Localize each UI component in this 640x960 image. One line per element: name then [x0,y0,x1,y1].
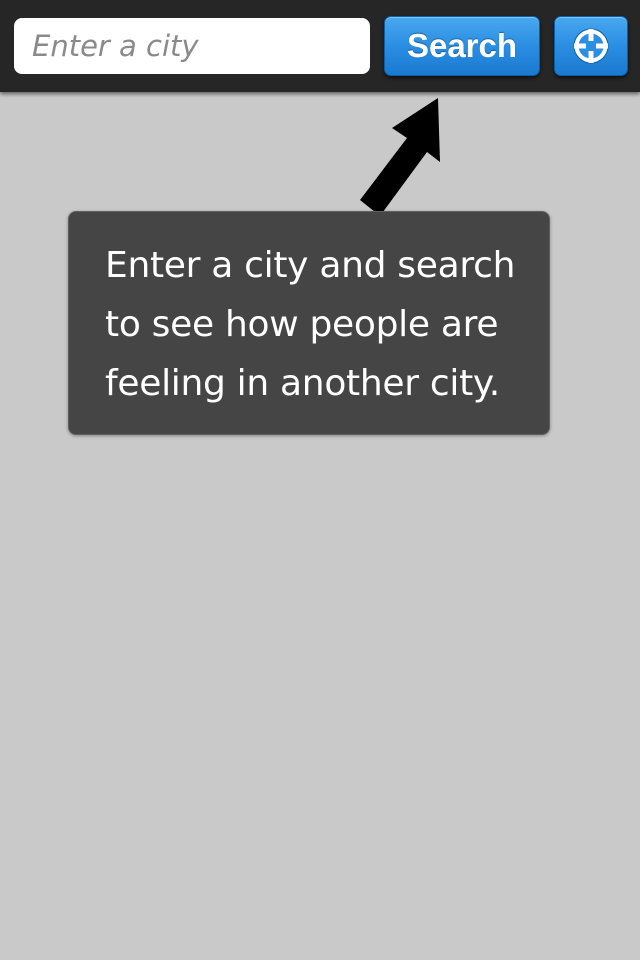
hint-tooltip: Enter a city and search to see how peopl… [68,211,550,435]
top-bar: Search [0,0,640,92]
search-button[interactable]: Search [384,16,540,76]
city-search-input[interactable] [14,18,370,74]
hint-text: Enter a city and search to see how peopl… [105,245,516,404]
arrow-pointer-icon [360,98,440,216]
locate-button[interactable] [554,16,628,76]
crosshair-icon [570,25,612,67]
